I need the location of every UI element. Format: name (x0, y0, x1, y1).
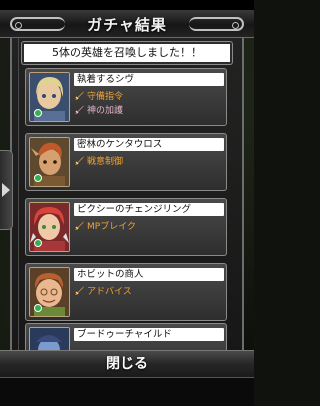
hero-portrait (29, 137, 70, 187)
ornament-right (189, 17, 244, 31)
sword-icon (75, 286, 84, 295)
hero-name: 密林のケンタウロス (74, 138, 224, 151)
hero-row[interactable]: ピクシーのチェンジリング MPブレイク (25, 198, 227, 256)
hero-portrait (29, 267, 70, 317)
sword-icon (75, 156, 84, 165)
skill: MPブレイク (74, 220, 136, 233)
skill: 守備指令 (74, 90, 123, 103)
hero-portrait (29, 202, 70, 252)
skill: 神の加護 (74, 104, 123, 117)
side-menu-tab[interactable] (0, 150, 13, 230)
sword-icon (75, 221, 84, 230)
close-button[interactable]: 閉じる (60, 353, 194, 375)
skill-label: 神の加護 (87, 106, 124, 116)
system-nav-bar (0, 378, 254, 406)
hero-name: ブードゥーチャイルド (74, 328, 224, 341)
summary-message: 5体の英雄を召喚しました！！ (22, 42, 232, 64)
skill-label: アドバイス (87, 287, 132, 297)
hero-portrait (29, 72, 70, 122)
rarity-gem (34, 109, 42, 117)
hero-name: ピクシーのチェンジリング (74, 203, 224, 216)
hero-row[interactable]: ホビットの商人 アドバイス (25, 263, 227, 321)
status-bar (0, 0, 254, 10)
hero-row[interactable]: 執着するシヴ 守備指令 神の加護 (25, 68, 227, 126)
rarity-gem (34, 174, 42, 182)
rarity-gem (34, 304, 42, 312)
skill-label: MPブレイク (87, 222, 137, 232)
arrow-right-icon (2, 183, 10, 197)
skill: アドバイス (74, 285, 132, 298)
gacha-result-screen: ガチャ結果 5体の英雄を召喚しました！！ 執着するシヴ 守備指令 神の加護 密林… (0, 0, 254, 406)
hero-name: 執着するシヴ (74, 73, 224, 86)
close-bar: 閉じる (0, 350, 254, 378)
rarity-gem (34, 239, 42, 247)
sword-icon (75, 105, 84, 114)
title-bar: ガチャ結果 (0, 10, 254, 38)
skill-label: 守備指令 (87, 92, 124, 102)
skill: 戦意制御 (74, 155, 123, 168)
sword-icon (75, 91, 84, 100)
hero-name: ホビットの商人 (74, 268, 224, 281)
hero-row[interactable]: 密林のケンタウロス 戦意制御 (25, 133, 227, 191)
skill-label: 戦意制御 (87, 157, 124, 167)
